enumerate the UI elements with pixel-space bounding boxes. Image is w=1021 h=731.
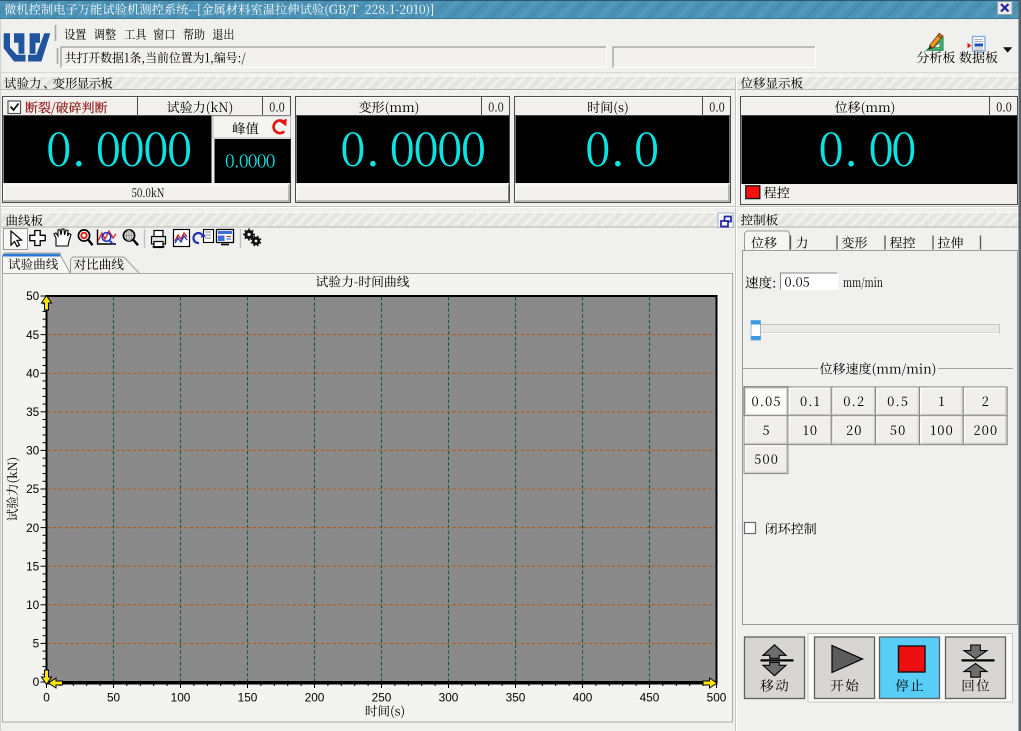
svg-text:20: 20 (26, 521, 40, 535)
svg-text:0: 0 (33, 675, 40, 689)
svg-text:350: 350 (506, 691, 526, 705)
svg-text:150: 150 (238, 691, 258, 705)
svg-text:0: 0 (43, 691, 50, 705)
svg-text:50: 50 (26, 289, 40, 303)
svg-text:250: 250 (372, 691, 392, 705)
svg-text:400: 400 (573, 691, 593, 705)
svg-text:10: 10 (26, 598, 40, 612)
svg-text:25: 25 (26, 482, 40, 496)
svg-text:200: 200 (305, 691, 325, 705)
svg-text:50: 50 (107, 691, 121, 705)
svg-text:450: 450 (640, 691, 660, 705)
svg-text:500: 500 (707, 691, 727, 705)
svg-text:35: 35 (26, 405, 40, 419)
svg-text:45: 45 (26, 328, 40, 342)
svg-text:15: 15 (26, 559, 40, 573)
svg-text:300: 300 (439, 691, 459, 705)
svg-text:5: 5 (33, 637, 40, 651)
svg-text:30: 30 (26, 444, 40, 458)
svg-text:40: 40 (26, 366, 40, 380)
svg-text:100: 100 (171, 691, 191, 705)
